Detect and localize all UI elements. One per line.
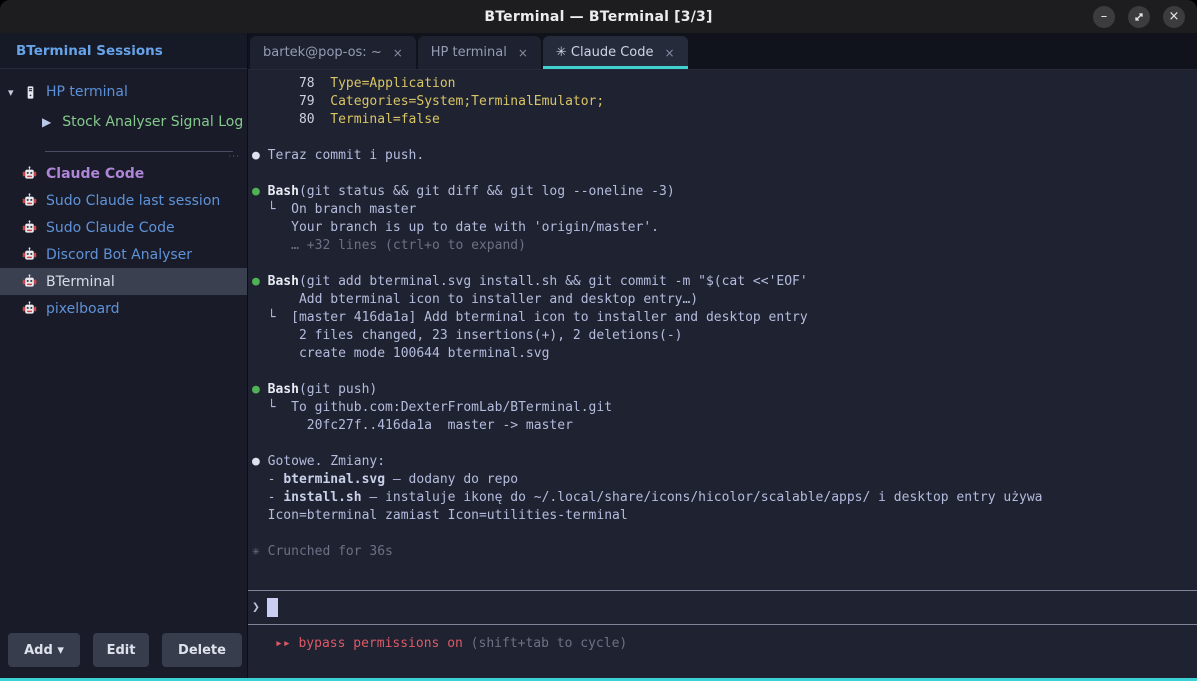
edit-session-button[interactable]: Edit [93, 633, 149, 667]
delete-session-button[interactable]: Delete [162, 633, 242, 667]
robot-icon [22, 220, 37, 235]
terminal-line: - bterminal.svg — dodany do repo [252, 471, 1197, 489]
terminal-line: ● Bash(git add bterminal.svg install.sh … [252, 273, 1197, 291]
text-cursor [267, 598, 278, 617]
robot-icon [22, 193, 37, 208]
close-button[interactable]: × [1163, 6, 1185, 28]
terminal-line: ● Teraz commit i push. [252, 147, 1197, 165]
session-item-claude-code[interactable]: Claude Code [0, 160, 247, 187]
session-item-pixelboard[interactable]: pixelboard [0, 295, 247, 322]
session-tree: ▾ HP terminal ▶ Stock Analyser Signal Lo… [0, 69, 247, 632]
session-label: Sudo Claude last session [46, 193, 220, 209]
tab-label: ✳ Claude Code [556, 45, 654, 60]
session-label: BTerminal [46, 274, 115, 290]
tree-item-label: HP terminal [46, 84, 128, 100]
terminal-line: Your branch is up to date with 'origin/m… [252, 219, 1197, 237]
session-item-sudo-claude-code[interactable]: Sudo Claude Code [0, 214, 247, 241]
terminal[interactable]: 78 Type=Application 79 Categories=System… [248, 70, 1197, 678]
terminal-line: └ On branch master [252, 201, 1197, 219]
robot-icon [22, 166, 37, 181]
terminal-line [252, 129, 1197, 147]
tree-item-hp-terminal[interactable]: ▾ HP terminal [0, 77, 247, 107]
terminal-line: create mode 100644 bterminal.svg [252, 345, 1197, 363]
session-label: Sudo Claude Code [46, 220, 175, 236]
add-session-button[interactable]: Add ▾ [8, 633, 80, 667]
maximize-icon [1134, 12, 1144, 22]
sessions-sidebar: BTerminal Sessions ▾ HP terminal ▶ Stock… [0, 33, 248, 678]
prompt-chevron-icon: ❯ [252, 600, 260, 615]
terminal-pane: bartek@pop-os: ~×HP terminal×✳ Claude Co… [248, 33, 1197, 678]
sidebar-button-row: Add ▾ Edit Delete [0, 632, 247, 678]
prompt-input[interactable]: ❯ [248, 590, 1197, 625]
session-label: Discord Bot Analyser [46, 247, 192, 263]
terminal-line: - install.sh — instaluje ikonę do ~/.loc… [252, 489, 1197, 507]
terminal-line [252, 363, 1197, 381]
session-item-sudo-claude-last-session[interactable]: Sudo Claude last session [0, 187, 247, 214]
session-item-bterminal[interactable]: BTerminal [0, 268, 247, 295]
status-hint-text: (shift+tab to cycle) [463, 636, 627, 651]
terminal-line: … +32 lines (ctrl+o to expand) [252, 237, 1197, 255]
divider-dots-icon: ··· [228, 152, 240, 162]
terminal-line: ✳ Crunched for 36s [252, 543, 1197, 561]
terminal-line: └ [master 416da1a] Add bterminal icon to… [252, 309, 1197, 327]
tab-close-icon[interactable]: × [518, 46, 528, 60]
terminal-line [252, 435, 1197, 453]
play-icon: ▶ [42, 115, 51, 129]
terminal-output: 78 Type=Application 79 Categories=System… [248, 70, 1197, 590]
robot-icon [22, 247, 37, 262]
session-item-discord-bot-analyser[interactable]: Discord Bot Analyser [0, 241, 247, 268]
terminal-line: ● Gotowe. Zmiany: [252, 453, 1197, 471]
tree-divider: ··· [45, 151, 233, 152]
tab-close-icon[interactable]: × [665, 46, 675, 60]
terminal-line [252, 165, 1197, 183]
terminal-line: ● Bash(git status && git diff && git log… [252, 183, 1197, 201]
tree-item-stock-analyser-log[interactable]: ▶ Stock Analyser Signal Log [0, 107, 247, 137]
robot-icon [22, 274, 37, 289]
session-list: Claude Code Sudo Claude last session Sudo … [0, 160, 247, 322]
terminal-line: 20fc27f..416da1a master -> master [252, 417, 1197, 435]
tab-bar: bartek@pop-os: ~×HP terminal×✳ Claude Co… [248, 33, 1197, 70]
status-arrows-icon: ▸▸ [275, 636, 298, 651]
robot-icon [22, 301, 37, 316]
terminal-line: ● Bash(git push) [252, 381, 1197, 399]
terminal-line [252, 525, 1197, 543]
terminal-line [252, 255, 1197, 273]
terminal-line: Add bterminal icon to installer and desk… [252, 291, 1197, 309]
terminal-line: 80 Terminal=false [252, 111, 1197, 129]
tree-item-label: Stock Analyser Signal Log [62, 114, 243, 130]
tab-label: bartek@pop-os: ~ [263, 45, 382, 60]
tab-hp-terminal[interactable]: HP terminal × [418, 36, 541, 69]
sidebar-header: BTerminal Sessions [0, 33, 247, 69]
minimize-icon: – [1101, 10, 1108, 23]
terminal-line: Icon=bterminal zamiast Icon=utilities-te… [252, 507, 1197, 525]
titlebar: BTerminal — BTerminal [3/3] – × [0, 0, 1197, 33]
app-window: BTerminal — BTerminal [3/3] – × BTermina… [0, 0, 1197, 681]
session-label: Claude Code [46, 166, 144, 182]
terminal-line: └ To github.com:DexterFromLab/BTerminal.… [252, 399, 1197, 417]
terminal-line: 79 Categories=System;TerminalEmulator; [252, 93, 1197, 111]
window-controls: – × [1093, 0, 1185, 33]
terminal-line: 78 Type=Application [252, 75, 1197, 93]
minimize-button[interactable]: – [1093, 6, 1115, 28]
terminal-line: 2 files changed, 23 insertions(+), 2 del… [252, 327, 1197, 345]
tab-label: HP terminal [431, 45, 507, 60]
close-icon: × [1169, 10, 1180, 23]
collapse-caret-icon[interactable]: ▾ [8, 86, 24, 99]
tab--claude-code[interactable]: ✳ Claude Code × [543, 36, 688, 69]
session-label: pixelboard [46, 301, 120, 317]
computer-tower-icon [24, 86, 37, 99]
maximize-button[interactable] [1128, 6, 1150, 28]
status-mode-text: bypass permissions on [298, 636, 462, 651]
permissions-status: ▸▸ bypass permissions on (shift+tab to c… [248, 625, 1197, 678]
tab-bartek-pop-os-[interactable]: bartek@pop-os: ~ × [250, 36, 416, 69]
sidebar-title: BTerminal Sessions [16, 43, 163, 59]
window-title: BTerminal — BTerminal [3/3] [484, 9, 712, 25]
tab-close-icon[interactable]: × [393, 46, 403, 60]
